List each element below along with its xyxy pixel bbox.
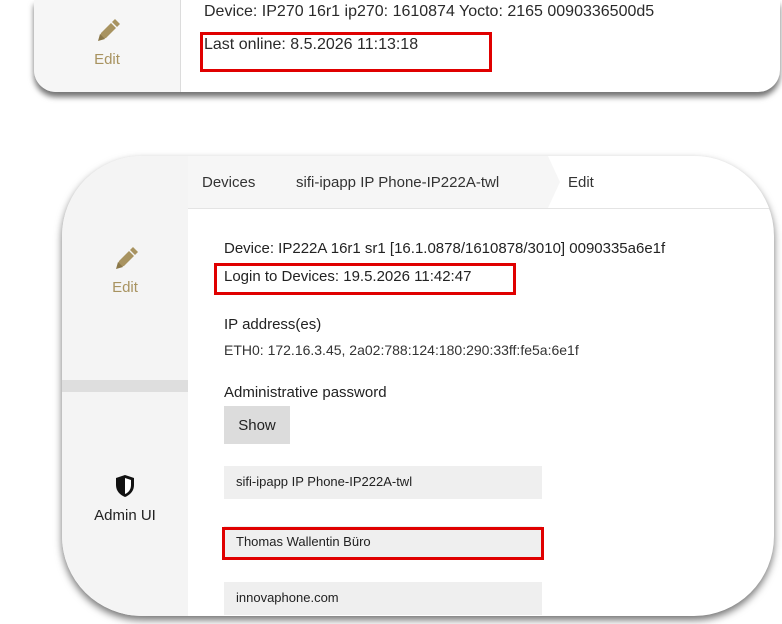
edit-tile[interactable]: Edit [34, 14, 180, 68]
highlight-box-login [214, 263, 516, 295]
highlight-box-last-online [200, 32, 492, 72]
sidebar-divider [62, 380, 188, 392]
shield-icon [114, 475, 136, 502]
pencil-icon [110, 242, 140, 277]
edit-label: Edit [94, 51, 120, 68]
domain-field[interactable]: innovaphone.com [224, 582, 542, 615]
password-heading: Administrative password [224, 384, 387, 401]
edit-label: Edit [112, 279, 138, 296]
ip-heading: IP address(es) [224, 316, 322, 333]
sidebar: Edit [34, 0, 181, 92]
admin-ui-label: Admin UI [94, 507, 156, 524]
ip-value: ETH0: 172.16.3.45, 2a02:788:124:180:290:… [224, 342, 579, 358]
breadcrumb-devices[interactable]: Devices [202, 174, 255, 191]
admin-ui-tile[interactable]: Admin UI [62, 474, 188, 524]
breadcrumb-separator [548, 156, 560, 208]
device-info: Device: IP270 16r1 ip270: 1610874 Yocto:… [204, 3, 655, 20]
device-info: Device: IP222A 16r1 sr1 [16.1.0878/16108… [224, 240, 666, 257]
edit-tile[interactable]: Edit [62, 242, 188, 296]
breadcrumb: Devices sifi-ipapp IP Phone-IP222A-twl E… [188, 156, 774, 209]
show-password-button[interactable]: Show [224, 406, 290, 444]
breadcrumb-current: Edit [568, 174, 594, 191]
highlight-box-display-name [222, 527, 544, 560]
sidebar: Edit Admin UI [62, 156, 188, 616]
name-field[interactable]: sifi-ipapp IP Phone-IP222A-twl [224, 466, 542, 499]
breadcrumb-device[interactable]: sifi-ipapp IP Phone-IP222A-twl [296, 174, 499, 191]
pencil-icon [92, 14, 122, 49]
